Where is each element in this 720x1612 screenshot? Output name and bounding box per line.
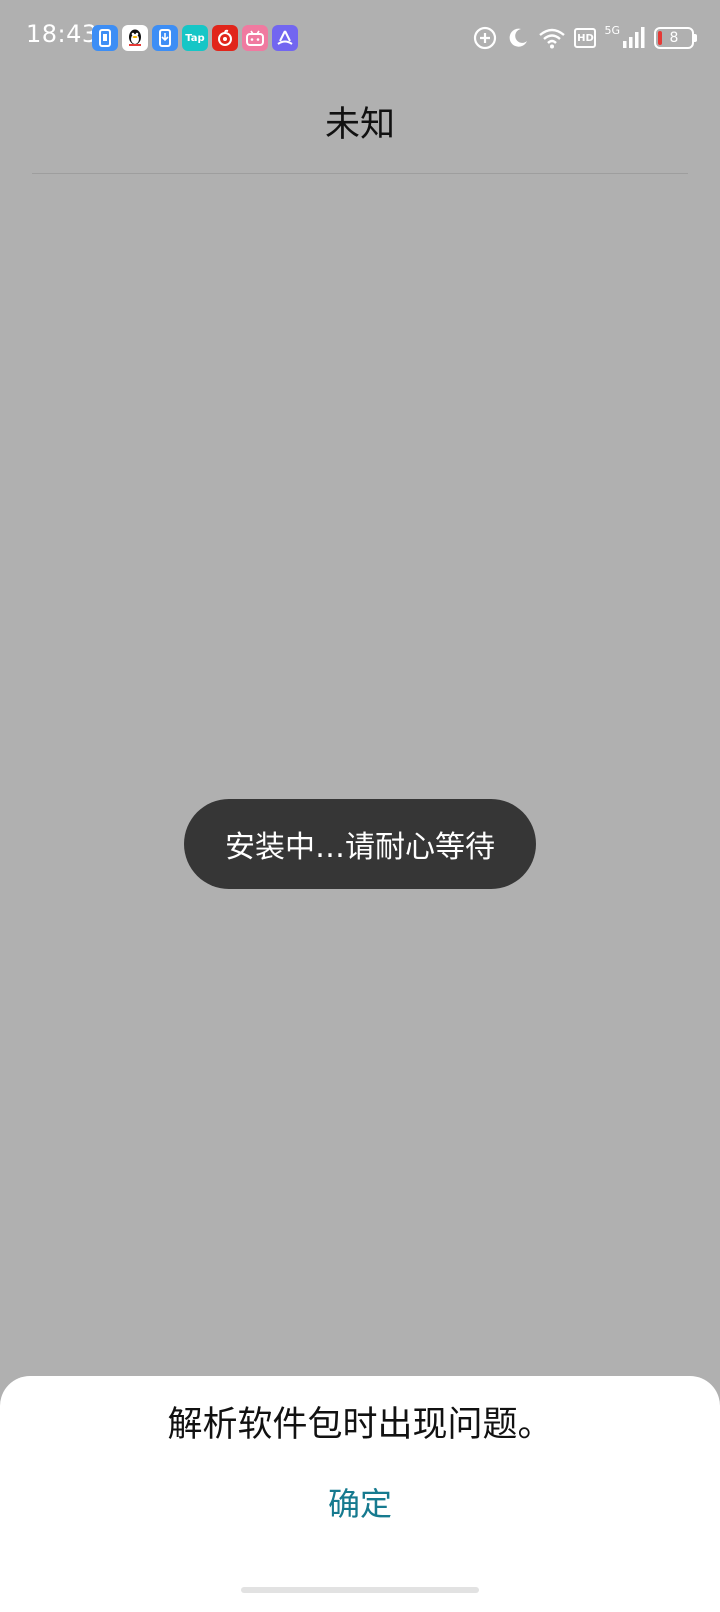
system-icons: HD 5G 8 (472, 22, 697, 54)
toast-text: 安装中…请耐心等待 (225, 830, 495, 865)
notification-icons: Tap (92, 25, 298, 51)
cellular-signal-icon (622, 27, 646, 49)
download-manager-icon (152, 25, 178, 51)
installing-toast: 安装中…请耐心等待 (184, 799, 536, 889)
parse-error-dialog: 解析软件包时出现问题。 确定 (0, 1376, 720, 1612)
battery-level: 8 (669, 30, 679, 46)
gesture-navigation-bar[interactable] (241, 1587, 479, 1593)
network-type-label: 5G (604, 23, 620, 37)
bilibili-icon (242, 25, 268, 51)
netease-music-icon (212, 25, 238, 51)
wifi-icon (538, 27, 566, 49)
data-saver-icon (472, 25, 498, 51)
qq-penguin-icon (122, 25, 148, 51)
do-not-disturb-moon-icon (506, 26, 530, 50)
hd-voice-icon: HD (574, 28, 597, 48)
status-time: 18:43 (26, 20, 98, 48)
status-bar: 18:43 Tap HD 5G 8 (0, 0, 720, 76)
confirm-button[interactable]: 确定 (300, 1474, 420, 1534)
file-transfer-icon (272, 25, 298, 51)
title-divider (32, 173, 688, 174)
battery-icon: 8 (654, 27, 697, 49)
taptap-icon: Tap (182, 25, 208, 51)
page-title: 未知 (324, 105, 395, 145)
dialog-message: 解析软件包时出现问题。 (167, 1405, 553, 1445)
taptap-label: Tap (185, 32, 205, 44)
phone-manager-icon (92, 25, 118, 51)
